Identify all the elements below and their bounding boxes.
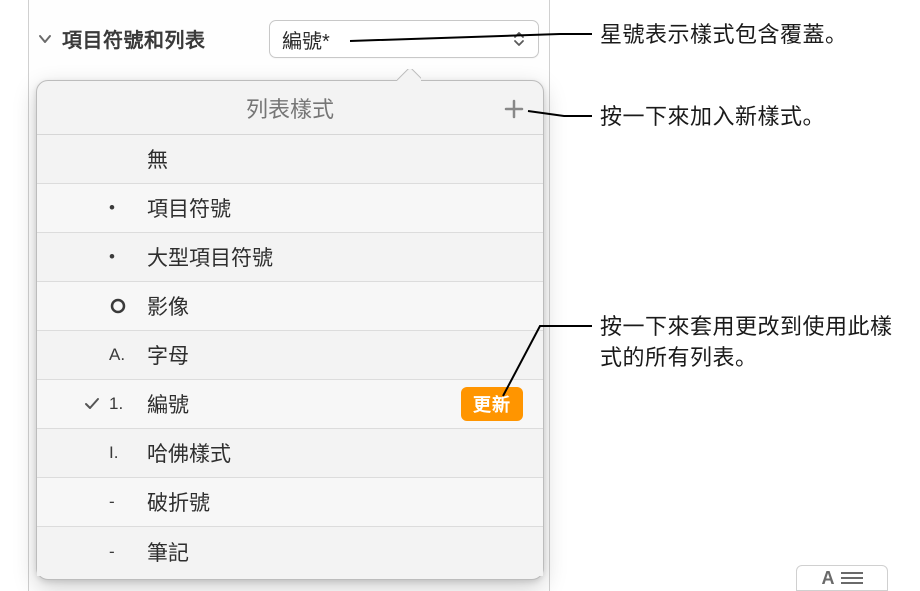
list-item[interactable]: - 破折號 (37, 478, 543, 527)
style-label: 項目符號 (147, 193, 523, 223)
list-item[interactable]: • 項目符號 (37, 184, 543, 233)
text-a-icon: A (822, 568, 835, 589)
style-label: 哈佛樣式 (147, 438, 523, 468)
list-item[interactable]: I. 哈佛樣式 (37, 429, 543, 478)
list-item[interactable]: A. 字母 (37, 331, 543, 380)
bullet-marker: • (109, 198, 147, 218)
checkmark-icon (75, 395, 109, 413)
list-styles-popover: 列表樣式 無 • 項目符號 • 大型項目符號 影像 (36, 80, 544, 580)
style-label: 影像 (147, 291, 523, 321)
bullet-marker: I. (109, 443, 147, 463)
bullet-marker: A. (109, 345, 147, 365)
lines-icon (841, 571, 863, 585)
callout-add-style: 按一下來加入新樣式。 (600, 102, 825, 133)
style-label: 筆記 (147, 537, 523, 567)
text-format-button[interactable]: A (796, 565, 888, 591)
bullet-marker: 1. (109, 394, 147, 414)
list-style-dropdown[interactable]: 編號* (269, 20, 539, 58)
popover-arrow (397, 69, 421, 81)
style-label: 無 (147, 144, 523, 174)
bullet-marker: • (109, 247, 147, 267)
popover-header: 列表樣式 (37, 81, 543, 135)
style-label: 編號 (147, 389, 461, 419)
style-label: 大型項目符號 (147, 242, 523, 272)
disclosure-icon[interactable] (38, 32, 52, 46)
callout-asterisk: 星號表示樣式包含覆蓋。 (600, 20, 848, 51)
style-list: 無 • 項目符號 • 大型項目符號 影像 A. 字母 1 (37, 135, 543, 576)
list-item[interactable]: - 筆記 (37, 527, 543, 576)
list-item[interactable]: 無 (37, 135, 543, 184)
update-style-button[interactable]: 更新 (461, 387, 523, 421)
dropdown-value: 編號* (282, 25, 512, 54)
list-item[interactable]: 影像 (37, 282, 543, 331)
bullet-marker: - (109, 542, 147, 562)
list-item[interactable]: 1. 編號 更新 (37, 380, 543, 429)
plus-icon (503, 98, 525, 120)
style-label: 破折號 (147, 487, 523, 517)
add-style-button[interactable] (501, 96, 527, 122)
chevron-up-down-icon (512, 30, 526, 48)
style-label: 字母 (147, 340, 523, 370)
popover-title: 列表樣式 (246, 92, 334, 124)
section-label: 項目符號和列表 (62, 24, 206, 53)
list-item[interactable]: • 大型項目符號 (37, 233, 543, 282)
image-bullet-icon (109, 297, 147, 315)
callout-update-all: 按一下來套用更改到使用此樣式的所有列表。 (600, 312, 910, 374)
bullet-marker: - (109, 492, 147, 512)
